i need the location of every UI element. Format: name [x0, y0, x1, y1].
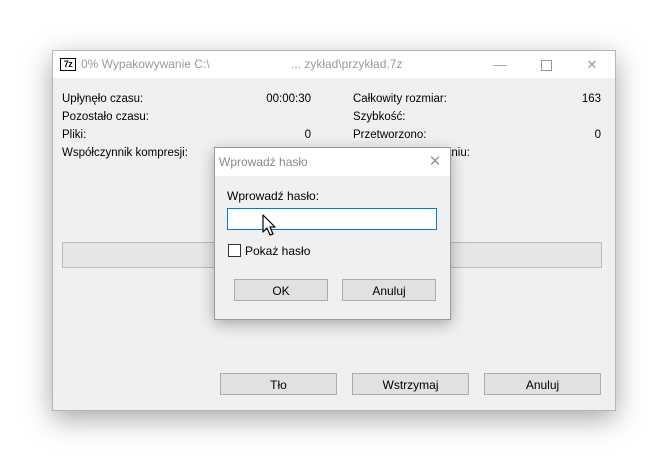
files-value: 0 [304, 129, 311, 141]
elapsed-label: Upłynęło czasu: [62, 93, 144, 105]
pause-button[interactable]: Wstrzymaj [352, 373, 469, 395]
app-7z-icon: 7z [60, 58, 76, 71]
title-bar[interactable]: 7z 0% Wypakowywanie C:\ ... zykład\przyk… [53, 51, 615, 78]
files-label: Pliki: [62, 129, 87, 141]
window-title-path: ... zykład\przykład.7z [291, 57, 403, 71]
close-icon[interactable]: ✕ [569, 51, 615, 78]
show-password-label[interactable]: Pokaż hasło [245, 244, 310, 258]
cancel-button[interactable]: Anuluj [484, 373, 601, 395]
dialog-close-icon[interactable]: ✕ [424, 151, 446, 173]
remaining-label: Pozostało czasu: [62, 111, 149, 123]
show-password-checkbox[interactable] [228, 244, 241, 257]
dialog-title-bar[interactable]: Wprowadź hasło ✕ [215, 148, 450, 176]
minimize-icon[interactable]: — [477, 51, 523, 78]
dialog-cancel-button[interactable]: Anuluj [342, 279, 436, 301]
processed-value: 0 [594, 129, 601, 141]
speed-label: Szybkość: [353, 111, 406, 123]
password-prompt-label: Wprowadź hasło: [227, 189, 320, 203]
total-size-value: 163 [581, 93, 601, 105]
dialog-title: Wprowadź hasło [219, 155, 308, 169]
ok-button[interactable]: OK [234, 279, 328, 301]
password-dialog: Wprowadź hasło ✕ Wprowadź hasło: Pokaż h… [214, 147, 451, 320]
total-size-label: Całkowity rozmiar: [353, 93, 447, 105]
mouse-cursor-icon [262, 214, 276, 236]
ratio-label: Współczynnik kompresji: [62, 147, 188, 159]
password-input[interactable] [227, 208, 437, 230]
maximize-icon[interactable] [523, 51, 569, 78]
elapsed-value: 00:00:30 [266, 93, 311, 105]
background-button[interactable]: Tło [220, 373, 337, 395]
processed-label: Przetworzono: [353, 129, 427, 141]
window-title: 0% Wypakowywanie C:\ [81, 57, 210, 71]
